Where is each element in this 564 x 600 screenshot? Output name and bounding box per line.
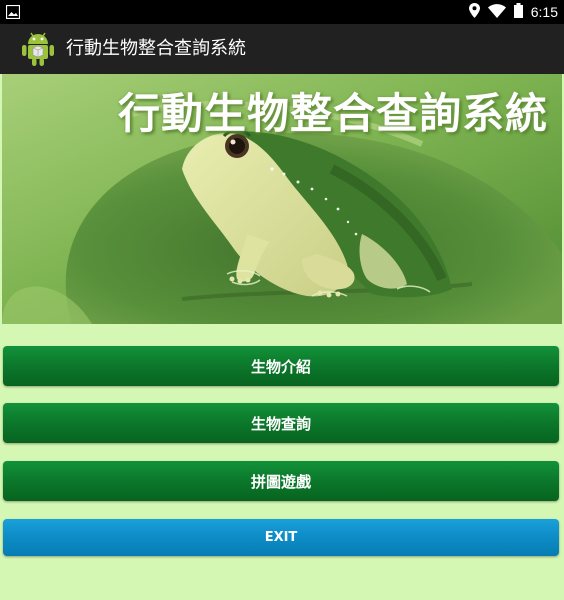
app-title: 行動生物整合查詢系統: [66, 38, 246, 59]
action-bar: 行動生物整合查詢系統: [0, 24, 564, 74]
query-button[interactable]: 生物查詢: [3, 403, 559, 443]
intro-button[interactable]: 生物介紹: [3, 346, 559, 386]
banner-title: 行動生物整合查詢系統: [117, 89, 548, 138]
banner-image: 行動生物整合查詢系統: [2, 74, 562, 324]
location-icon: [468, 2, 480, 22]
android-app-icon[interactable]: [20, 30, 56, 68]
image-icon: [5, 4, 21, 23]
puzzle-button-label: 拼圖遊戲: [250, 472, 311, 491]
exit-button-label: EXIT: [264, 530, 298, 545]
exit-button[interactable]: EXIT: [3, 519, 559, 556]
query-button-label: 生物查詢: [250, 414, 311, 433]
puzzle-game-button[interactable]: 拼圖遊戲: [3, 461, 559, 501]
battery-icon: [513, 2, 523, 22]
intro-button-label: 生物介紹: [250, 357, 311, 376]
wifi-icon: [487, 3, 506, 22]
status-bar: 6:15: [0, 0, 564, 24]
status-time: 6:15: [530, 4, 558, 20]
